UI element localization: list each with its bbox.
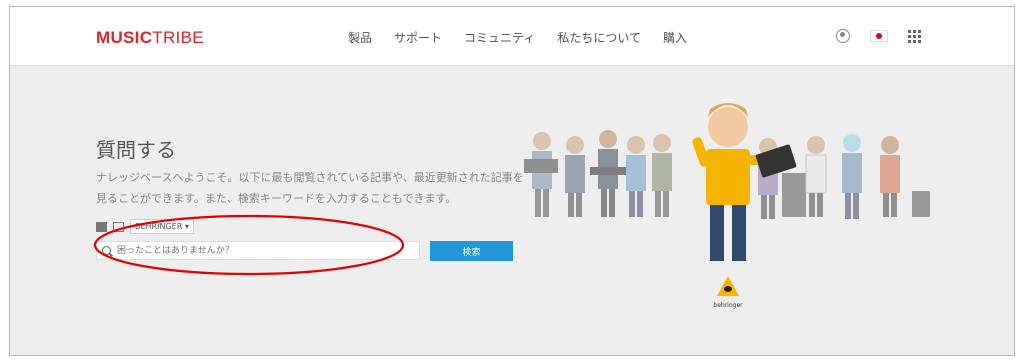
page-title: 質問する (96, 138, 176, 162)
music-tribe-logo[interactable]: MUSICTRIBE (96, 28, 204, 48)
top-navigation-bar: MUSICTRIBE 製品 サポート コミュニティ 私たちについて 購入 (10, 7, 1014, 66)
nav-products[interactable]: 製品 (348, 29, 372, 46)
nav-buy[interactable]: 購入 (663, 29, 687, 46)
main-nav: 製品 サポート コミュニティ 私たちについて 購入 (348, 29, 687, 46)
header-icons (836, 29, 921, 43)
musicians-illustration (524, 103, 930, 261)
behringer-logo-text: behringer (713, 302, 743, 309)
red-annotation-ellipse (93, 214, 405, 276)
search-button[interactable]: 検索 (430, 241, 513, 261)
browser-viewport: MUSICTRIBE 製品 サポート コミュニティ 私たちについて 購入 質問す… (9, 6, 1015, 356)
user-icon[interactable] (836, 29, 850, 43)
japan-flag-icon[interactable] (870, 30, 888, 42)
welcome-description: ナレッジベースへようこそ。以下に最も閲覧されている記事や、最近更新された記事を見… (96, 171, 524, 205)
logo-text-bold: MUSIC (96, 28, 153, 47)
nav-about-us[interactable]: 私たちについて (557, 29, 641, 46)
apps-grid-icon[interactable] (908, 29, 921, 43)
behringer-logo: behringer (706, 275, 750, 309)
behringer-warning-icon (717, 276, 739, 296)
nav-support[interactable]: サポート (394, 29, 442, 46)
nav-community[interactable]: コミュニティ (464, 29, 535, 46)
logo-text-light: TRIBE (152, 28, 204, 47)
